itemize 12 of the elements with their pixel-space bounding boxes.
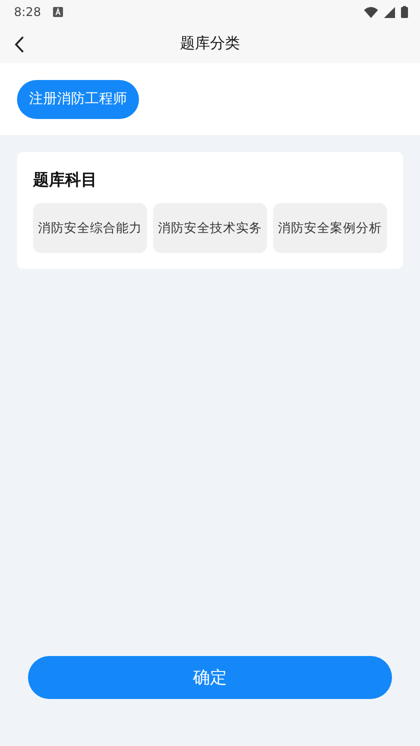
category-chip[interactable]: 注册消防工程师 <box>17 80 139 118</box>
subject-option[interactable]: 消防安全案例分析 <box>273 203 387 253</box>
notification-icon <box>52 7 63 17</box>
confirm-button[interactable]: 确定 <box>28 656 392 699</box>
wifi-icon <box>364 6 378 18</box>
signal-icon <box>384 6 395 18</box>
card-title: 题库科目 <box>33 170 98 191</box>
subject-option[interactable]: 消防安全综合能力 <box>33 203 147 253</box>
status-time: 8:28 <box>14 5 41 19</box>
subject-option[interactable]: 消防安全技术实务 <box>153 203 267 253</box>
battery-icon <box>401 6 408 18</box>
page-title: 题库分类 <box>180 34 240 53</box>
